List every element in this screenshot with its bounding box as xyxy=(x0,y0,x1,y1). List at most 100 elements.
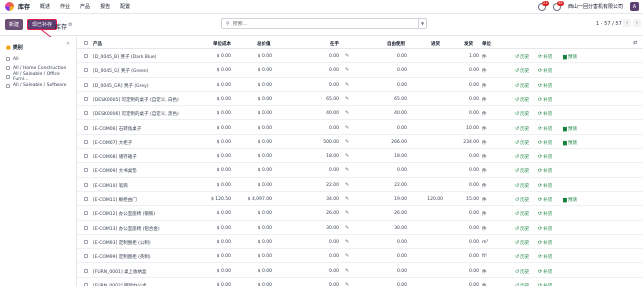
row-checkbox[interactable] xyxy=(84,96,88,101)
pencil-icon[interactable]: ✎ xyxy=(345,225,349,231)
chat-icon[interactable]: 21 xyxy=(537,0,549,11)
row-checkbox[interactable] xyxy=(84,68,88,73)
pencil-icon[interactable]: ✎ xyxy=(345,210,349,216)
product-name[interactable]: [E-COM06] 石转角桌子 xyxy=(93,126,141,132)
replenish-row-button[interactable]: ⟳补货 xyxy=(538,97,552,103)
replenish-row-button[interactable]: ⟳补货 xyxy=(538,126,552,132)
column-outgoing[interactable]: 发货 xyxy=(464,41,473,47)
menu-item-configuration[interactable]: 配置 xyxy=(120,3,130,10)
product-name[interactable]: [E-COM10] 笔筒 xyxy=(93,183,128,189)
history-button[interactable]: ↺历史 xyxy=(515,183,529,189)
column-on-hand[interactable]: 在手 xyxy=(330,41,339,47)
history-button[interactable]: ↺历史 xyxy=(515,211,529,217)
replenish-row-button[interactable]: ⟳补货 xyxy=(538,254,552,260)
table-row[interactable]: [E-COM07] 大柜子 $ 0.00 $ 0.00 500.00 ✎ 266… xyxy=(77,135,643,150)
product-name[interactable]: [E-COM11] 橱柜由门 xyxy=(93,197,137,203)
pencil-icon[interactable]: ✎ xyxy=(345,96,349,102)
column-total-value[interactable]: 总价值 xyxy=(257,41,271,47)
row-checkbox[interactable] xyxy=(84,197,88,201)
forecast-button[interactable]: ▆ 预测 xyxy=(563,54,577,60)
history-button[interactable]: ↺历史 xyxy=(515,168,529,174)
product-name[interactable]: [E-COM13] 办公室座椅 (铝合金) xyxy=(93,226,160,232)
table-row[interactable]: [E-COM06] 石转角桌子 $ 0.00 $ 0.00 0.00 ✎ 0.0… xyxy=(77,121,643,135)
product-name[interactable]: [E-COM07] 大柜子 xyxy=(93,140,132,146)
category-item-all[interactable]: All xyxy=(6,55,76,64)
menu-item-products[interactable]: 产品 xyxy=(80,3,90,10)
row-checkbox[interactable] xyxy=(84,239,88,244)
pencil-icon[interactable]: ✎ xyxy=(345,167,349,173)
table-row[interactable]: [E-COM10] 笔筒 $ 0.00 $ 0.00 22.00 ✎ 22.00… xyxy=(77,178,643,192)
pencil-icon[interactable]: ✎ xyxy=(345,239,349,245)
table-row[interactable]: [E-COM08] 储存箱子 $ 0.00 $ 0.00 18.00 ✎ 18.… xyxy=(77,149,643,164)
replenish-row-button[interactable]: ⟳补货 xyxy=(538,197,552,203)
company-name[interactable]: 西山一回分害机有限公司 xyxy=(568,3,623,10)
pencil-icon[interactable]: ✎ xyxy=(345,82,349,88)
row-checkbox[interactable] xyxy=(84,254,88,259)
replenish-row-button[interactable]: ⟳补货 xyxy=(538,168,552,174)
forecast-button[interactable]: ▆ 预测 xyxy=(563,126,577,132)
replenish-row-button[interactable]: ⟳补货 xyxy=(538,54,552,60)
select-all-checkbox[interactable] xyxy=(84,41,88,45)
history-button[interactable]: ↺历史 xyxy=(515,83,529,89)
forecast-button[interactable]: ▆ 预测 xyxy=(563,140,577,146)
table-row[interactable]: [E-COM09] 大书桌垫 $ 0.00 $ 0.00 0.00 ✎ 0.00… xyxy=(77,163,643,178)
history-button[interactable]: ↺历史 xyxy=(515,97,529,103)
avatar[interactable]: A xyxy=(630,2,639,11)
replenish-button[interactable]: 现已补存 xyxy=(27,19,58,30)
replenish-row-button[interactable]: ⟳补货 xyxy=(538,269,552,275)
product-name[interactable]: [E-COM99] 定制图柜 (英制) xyxy=(93,254,151,260)
table-row[interactable]: [E-COM93] 定制图柜 (公制) $ 0.00 $ 0.00 0.00 ✎… xyxy=(77,235,643,250)
row-checkbox[interactable] xyxy=(84,125,88,130)
history-button[interactable]: ↺历史 xyxy=(515,254,529,260)
pencil-icon[interactable]: ✎ xyxy=(345,139,349,145)
replenish-row-button[interactable]: ⟳补货 xyxy=(538,140,552,146)
history-button[interactable]: ↺历史 xyxy=(515,140,529,146)
product-name[interactable]: [FURN_0001] 桌上收纳盒 xyxy=(93,269,147,275)
search-options-toggle[interactable]: ▼ xyxy=(418,19,426,28)
category-checkbox[interactable] xyxy=(6,83,10,88)
pencil-icon[interactable]: ✎ xyxy=(345,282,349,286)
table-row[interactable]: [FURN_0001] 桌上收纳盒 $ 0.00 $ 0.00 0.00 ✎ 0… xyxy=(77,264,643,278)
product-name[interactable]: [E-COM09] 大书桌垫 xyxy=(93,168,137,174)
pencil-icon[interactable]: ✎ xyxy=(345,268,349,274)
pager-value[interactable]: 1 - 57 / 57 xyxy=(596,21,622,27)
pencil-icon[interactable]: ✎ xyxy=(345,67,349,73)
row-checkbox[interactable] xyxy=(84,139,88,144)
product-name[interactable]: [DESK0005] 可定制的桌子 (自定义, 白色) xyxy=(93,97,179,103)
history-button[interactable]: ↺历史 xyxy=(515,154,529,160)
history-button[interactable]: ↺历史 xyxy=(515,269,529,275)
history-button[interactable]: ↺历史 xyxy=(515,54,529,60)
menu-item-reporting[interactable]: 报告 xyxy=(100,3,110,10)
category-checkbox[interactable] xyxy=(6,74,10,79)
table-row[interactable]: [E-COM11] 橱柜由门 $ 120.50 $ 4,097.00 34.00… xyxy=(77,192,643,207)
product-name[interactable]: [E-COM93] 定制图柜 (公制) xyxy=(93,240,151,246)
column-incoming[interactable]: 进货 xyxy=(431,41,440,47)
replenish-row-button[interactable]: ⟳补货 xyxy=(538,154,552,160)
category-checkbox[interactable] xyxy=(6,66,10,71)
product-name[interactable]: [E-COM08] 储存箱子 xyxy=(93,154,137,160)
column-unit-cost[interactable]: 单位成本 xyxy=(213,41,231,47)
replenish-row-button[interactable]: ⟳补货 xyxy=(538,111,552,117)
new-button[interactable]: 新建 xyxy=(5,19,24,30)
column-product[interactable]: 产品 xyxy=(93,41,102,47)
row-checkbox[interactable] xyxy=(84,168,88,173)
row-checkbox[interactable] xyxy=(84,182,88,187)
pager-next-button[interactable]: › xyxy=(633,19,641,27)
category-item-office-furniture[interactable]: All / Saleable / Office Furni... xyxy=(6,72,76,82)
product-name[interactable]: [D_0045_G] 凳子 (Green) xyxy=(93,68,148,74)
search-input[interactable] xyxy=(232,20,413,27)
close-panel-icon[interactable]: ✕ xyxy=(66,41,70,47)
pager-previous-button[interactable]: ‹ xyxy=(623,19,631,27)
product-name[interactable]: [DESK0006] 可定制的桌子 (自定义, 黑色) xyxy=(93,111,179,117)
table-row[interactable]: [D_0045_B] 凳子 (Dark Blue) $ 0.00 $ 0.00 … xyxy=(77,49,643,64)
page-title[interactable]: 库存 xyxy=(55,22,67,31)
table-row[interactable]: [E-COM12] 办公室座椅 (钢铁) $ 0.00 $ 0.00 26.00… xyxy=(77,206,643,221)
history-button[interactable]: ↺历史 xyxy=(515,226,529,232)
pencil-icon[interactable]: ✎ xyxy=(345,110,349,116)
gear-icon[interactable]: ⚙ xyxy=(68,22,72,28)
optional-columns-icon[interactable]: ⇄ xyxy=(633,40,637,46)
row-checkbox[interactable] xyxy=(84,268,88,273)
product-name[interactable]: [D_0045_GR] 凳子 (Grey) xyxy=(93,83,149,89)
table-row[interactable]: [E-COM99] 定制图柜 (英制) $ 0.00 $ 0.00 0.00 ✎… xyxy=(77,249,643,264)
history-button[interactable]: ↺历史 xyxy=(515,126,529,132)
